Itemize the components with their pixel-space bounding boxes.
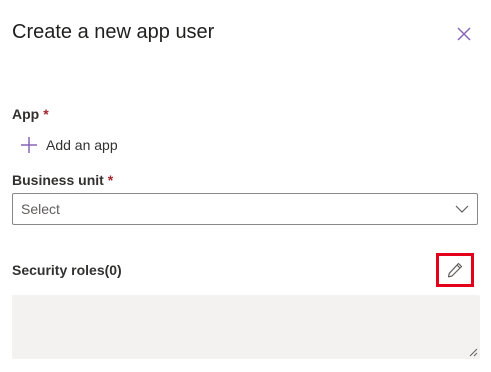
resize-grip-icon[interactable] (469, 348, 478, 357)
chevron-down-icon (447, 194, 477, 224)
close-button[interactable] (452, 22, 476, 46)
app-label-text: App (12, 106, 40, 122)
add-app-button[interactable]: Add an app (20, 134, 118, 156)
business-unit-label-text: Business unit (12, 172, 104, 188)
edit-security-roles-button[interactable] (436, 253, 474, 287)
panel-title: Create a new app user (12, 21, 215, 43)
pencil-icon (447, 262, 463, 278)
required-marker: * (43, 106, 49, 122)
security-roles-list (12, 295, 480, 359)
app-label: App * (12, 104, 49, 124)
business-unit-selected-value: Select (21, 201, 60, 217)
required-marker: * (107, 172, 114, 188)
add-app-label: Add an app (46, 137, 118, 153)
business-unit-dropdown[interactable]: Select (12, 193, 478, 225)
close-icon (457, 27, 471, 41)
plus-icon (20, 136, 38, 154)
business-unit-label: Business unit * (12, 170, 113, 190)
security-roles-label: Security roles(0) (12, 262, 122, 278)
